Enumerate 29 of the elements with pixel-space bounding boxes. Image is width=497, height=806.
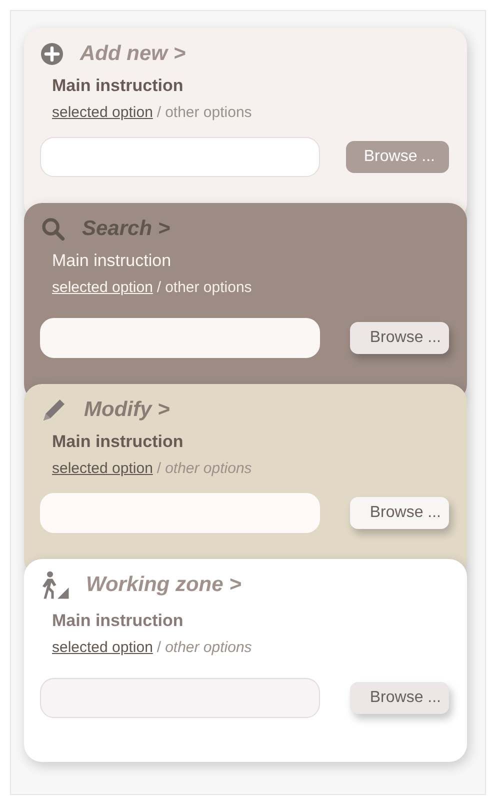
selected-option-link[interactable]: selected option [52,279,153,296]
worker-icon [40,570,70,600]
browse-button[interactable]: Browse ... [350,682,449,714]
browse-button[interactable]: Browse ... [346,141,449,173]
separator: / [156,104,162,121]
card-title[interactable]: Modify > [84,398,170,422]
main-instruction: Main instruction [52,611,184,631]
card-title[interactable]: Add new > [80,42,186,66]
card-title[interactable]: Working zone > [86,573,242,597]
main-instruction: Main instruction [52,76,184,96]
other-options-link[interactable]: other options [165,460,252,477]
input-field[interactable] [40,137,320,177]
selected-option-link[interactable]: selected option [52,460,153,477]
main-instruction: Main instruction [52,251,172,271]
other-options-link[interactable]: other options [165,279,252,296]
main-instruction: Main instruction [52,432,184,452]
plus-icon [40,42,64,66]
separator: / [156,460,162,477]
search-icon [40,216,66,242]
selected-option-link[interactable]: selected option [52,639,153,656]
browse-button[interactable]: Browse ... [350,322,449,354]
separator: / [156,279,162,296]
card-title[interactable]: Search > [82,217,170,241]
other-options-link[interactable]: other options [165,104,252,121]
selected-option-link[interactable]: selected option [52,104,153,121]
separator: / [156,639,162,656]
other-options-link[interactable]: other options [165,639,252,656]
browse-button[interactable]: Browse ... [350,497,449,529]
input-field[interactable] [40,678,320,718]
